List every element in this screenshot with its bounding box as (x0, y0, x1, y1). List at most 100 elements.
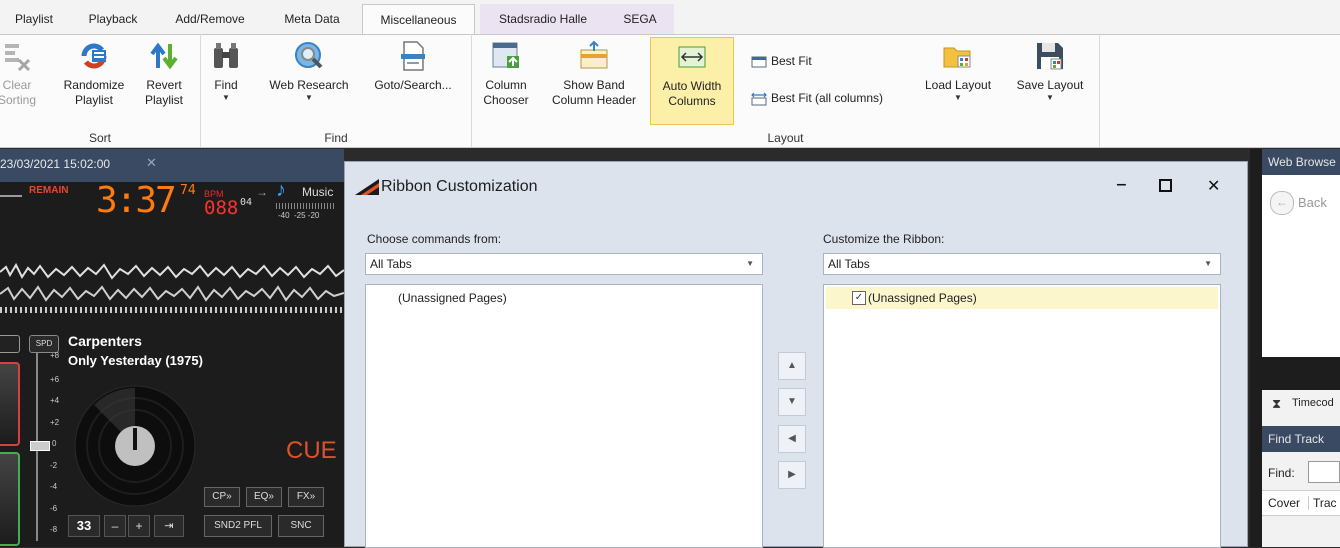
goto-search-label: Goto/Search... (374, 78, 452, 92)
clear-sorting-button[interactable]: Clear Sorting (0, 40, 42, 108)
meter-scale: -40 -25 -20 (278, 211, 320, 220)
best-fit-button[interactable]: Best Fit (751, 52, 812, 70)
tab-meta-data[interactable]: Meta Data (266, 4, 358, 34)
pitch-fader-handle[interactable] (30, 441, 50, 451)
cue-indicator: CUE (286, 437, 337, 464)
chevron-down-icon: ▼ (1046, 93, 1054, 102)
save-layout-label: Save Layout (1016, 78, 1084, 92)
play-pad-green[interactable] (0, 452, 20, 546)
find-track-header: Find Track (1262, 426, 1340, 452)
best-fit-label: Best Fit (771, 54, 812, 68)
eq-button[interactable]: EQ» (246, 487, 282, 507)
randomize-icon (81, 43, 107, 69)
list-item[interactable]: (Unassigned Pages) (398, 291, 507, 305)
tree-item-label: (Unassigned Pages) (868, 291, 977, 305)
close-icon[interactable]: ✕ (146, 155, 157, 171)
pitch-mark: +2 (50, 418, 60, 427)
column-chooser-button[interactable]: Column Chooser (478, 40, 534, 108)
auto-width-label: Auto Width Columns (662, 79, 722, 108)
find-track-input[interactable] (1308, 461, 1340, 483)
pitch-mark: -2 (50, 461, 58, 470)
document-icon (401, 41, 425, 71)
app-logo-icon (355, 179, 379, 195)
dialog-title: Ribbon Customization (381, 178, 538, 195)
track-artist: Carpenters (68, 333, 142, 349)
chevron-down-icon: ▼ (1204, 259, 1212, 268)
tab-miscellaneous[interactable]: Miscellaneous (362, 4, 475, 34)
ribbon-tree[interactable]: ✓ (Unassigned Pages) (823, 284, 1221, 548)
web-research-label: Web Research (269, 78, 349, 92)
column-chooser-label: Column Chooser (483, 78, 529, 107)
tab-playlist[interactable]: Playlist (0, 4, 68, 34)
commands-list[interactable]: (Unassigned Pages) (365, 284, 763, 548)
goto-search-button[interactable]: Goto/Search... (364, 40, 462, 93)
chevron-down-icon: ▼ (954, 93, 962, 102)
best-fit-all-columns-button[interactable]: Best Fit (all columns) (751, 89, 883, 107)
checkbox-checked-icon[interactable]: ✓ (852, 291, 866, 305)
web-browser-panel: ← Back (1262, 175, 1340, 357)
snd2-pfl-button[interactable]: SND2 PFL (204, 515, 272, 537)
best-fit-all-label: Best Fit (all columns) (771, 91, 884, 105)
customize-ribbon-label: Customize the Ribbon: (823, 232, 945, 246)
back-arrow-icon[interactable]: ← (1270, 191, 1294, 215)
move-right-button[interactable]: ▶ (778, 461, 806, 489)
cue-pad-red[interactable] (0, 362, 20, 446)
col-track[interactable]: Trac (1308, 496, 1337, 510)
customize-ribbon-select[interactable]: All Tabs ▼ (823, 253, 1221, 275)
vinyl-record-icon[interactable] (74, 385, 196, 507)
load-layout-button[interactable]: Load Layout ▼ (914, 40, 1002, 103)
web-research-button[interactable]: Web Research ▼ (262, 40, 356, 103)
dialog-titlebar: Ribbon Customization ‒ ✕ (345, 162, 1247, 212)
back-label[interactable]: Back (1298, 195, 1327, 210)
pitch-mark: +6 (50, 375, 60, 384)
player-deck: REMAIN 3:37 74 BPM 088 04 → ♪ Music -40 … (0, 179, 344, 547)
waveform-overview (0, 307, 344, 313)
find-button[interactable]: Find ▼ (206, 40, 246, 103)
sync-arrow-icon[interactable]: ⇥ (154, 515, 184, 537)
fx-button[interactable]: FX» (288, 487, 324, 507)
randomize-playlist-button[interactable]: Randomize Playlist (56, 40, 132, 108)
cp-button[interactable]: CP» (204, 487, 240, 507)
pitch-mark: 0 (52, 439, 57, 448)
arrow-right-icon: → (256, 185, 268, 199)
tree-item-selected[interactable]: ✓ (Unassigned Pages) (826, 287, 1218, 309)
player-tab[interactable]: 23/03/2021 15:02:00 ✕ (0, 149, 344, 179)
deck-toggle-button[interactable] (0, 335, 20, 353)
auto-width-columns-button[interactable]: Auto Width Columns (650, 37, 734, 125)
level-meter (276, 203, 336, 209)
speed-33-button[interactable]: 33 (68, 515, 100, 537)
move-down-button[interactable]: ▼ (778, 388, 806, 416)
floppy-disk-icon (1037, 43, 1063, 70)
tab-playback[interactable]: Playback (72, 4, 154, 34)
maximize-icon[interactable] (1159, 179, 1172, 192)
plus-button[interactable]: + (128, 515, 150, 537)
load-layout-label: Load Layout (924, 78, 992, 92)
globe-search-icon (295, 42, 323, 69)
tab-stadsradio-halle[interactable]: Stadsradio Halle (480, 4, 606, 34)
snc-button[interactable]: SNC (278, 515, 324, 537)
minus-button[interactable]: – (104, 515, 126, 537)
show-band-column-header-button[interactable]: Show Band Column Header (542, 40, 646, 108)
move-up-button[interactable]: ▲ (778, 352, 806, 380)
minimize-icon[interactable]: ‒ (1117, 176, 1126, 194)
tab-sega[interactable]: SEGA (606, 4, 674, 34)
col-cover[interactable]: Cover (1268, 496, 1300, 510)
timecode-title: Timecod (1292, 397, 1334, 409)
tab-add-remove[interactable]: Add/Remove (160, 4, 260, 34)
clear-sort-icon (5, 44, 31, 72)
ribbon-customization-dialog: Ribbon Customization ‒ ✕ Choose commands… (344, 161, 1248, 548)
move-left-button[interactable]: ◀ (778, 425, 806, 453)
best-fit-all-icon (751, 92, 767, 106)
chevron-down-icon: ▼ (305, 93, 313, 102)
close-icon[interactable]: ✕ (1207, 176, 1220, 196)
choose-commands-select[interactable]: All Tabs ▼ (365, 253, 763, 275)
randomize-label: Randomize Playlist (63, 78, 125, 107)
time-remain-fraction: 74 (180, 183, 196, 198)
customize-ribbon-value: All Tabs (828, 257, 870, 271)
find-label: Find: (1268, 466, 1295, 480)
column-chooser-icon (492, 42, 519, 68)
revert-playlist-button[interactable]: Revert Playlist (136, 40, 192, 108)
save-layout-button[interactable]: Save Layout ▼ (1006, 40, 1094, 103)
band-header-icon (580, 40, 608, 69)
music-label: Music (302, 185, 334, 199)
